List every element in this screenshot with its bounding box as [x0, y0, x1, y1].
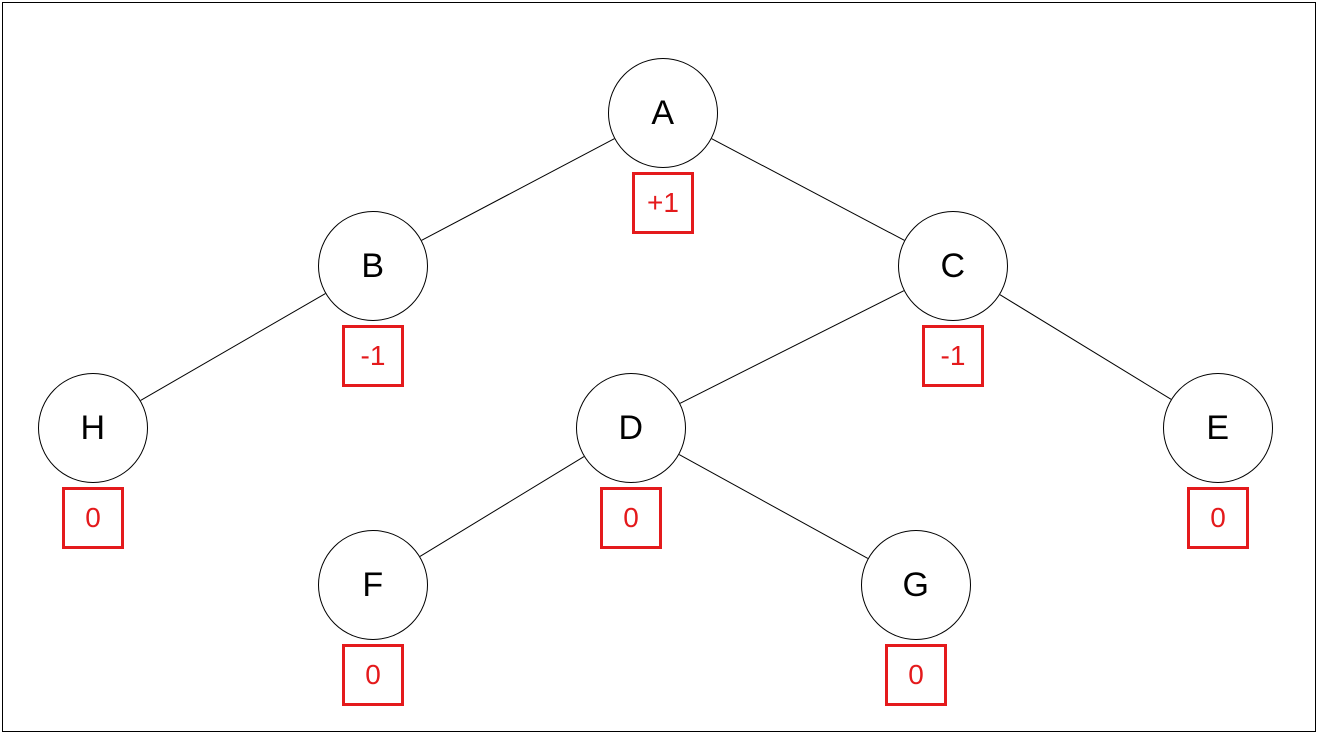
balance-c: -1 [922, 325, 984, 387]
node-h: H [38, 373, 148, 483]
balance-d: 0 [600, 487, 662, 549]
balance-a: +1 [632, 172, 694, 234]
node-d: D [576, 373, 686, 483]
balance-f: 0 [342, 644, 404, 706]
node-c: C [898, 211, 1008, 321]
balance-value: 0 [85, 502, 101, 534]
balance-b: -1 [342, 325, 404, 387]
balance-e: 0 [1187, 487, 1249, 549]
balance-h: 0 [62, 487, 124, 549]
node-f: F [318, 530, 428, 640]
node-g: G [861, 530, 971, 640]
node-label: B [361, 247, 384, 286]
balance-value: 0 [1210, 502, 1226, 534]
node-label: F [362, 566, 383, 605]
node-label: H [80, 409, 105, 448]
node-b: B [318, 211, 428, 321]
balance-value: 0 [365, 659, 381, 691]
node-a: A [608, 58, 718, 168]
node-label: E [1206, 409, 1229, 448]
node-e: E [1163, 373, 1273, 483]
balance-g: 0 [885, 644, 947, 706]
balance-value: -1 [361, 340, 386, 372]
balance-value: -1 [941, 340, 966, 372]
node-label: C [940, 247, 965, 286]
balance-value: +1 [647, 187, 679, 219]
balance-value: 0 [908, 659, 924, 691]
balance-value: 0 [623, 502, 639, 534]
node-label: A [651, 94, 674, 133]
node-label: D [618, 409, 643, 448]
node-label: G [903, 566, 930, 605]
diagram-canvas: A +1 B -1 C -1 H 0 D 0 E 0 F 0 G 0 [2, 2, 1316, 732]
